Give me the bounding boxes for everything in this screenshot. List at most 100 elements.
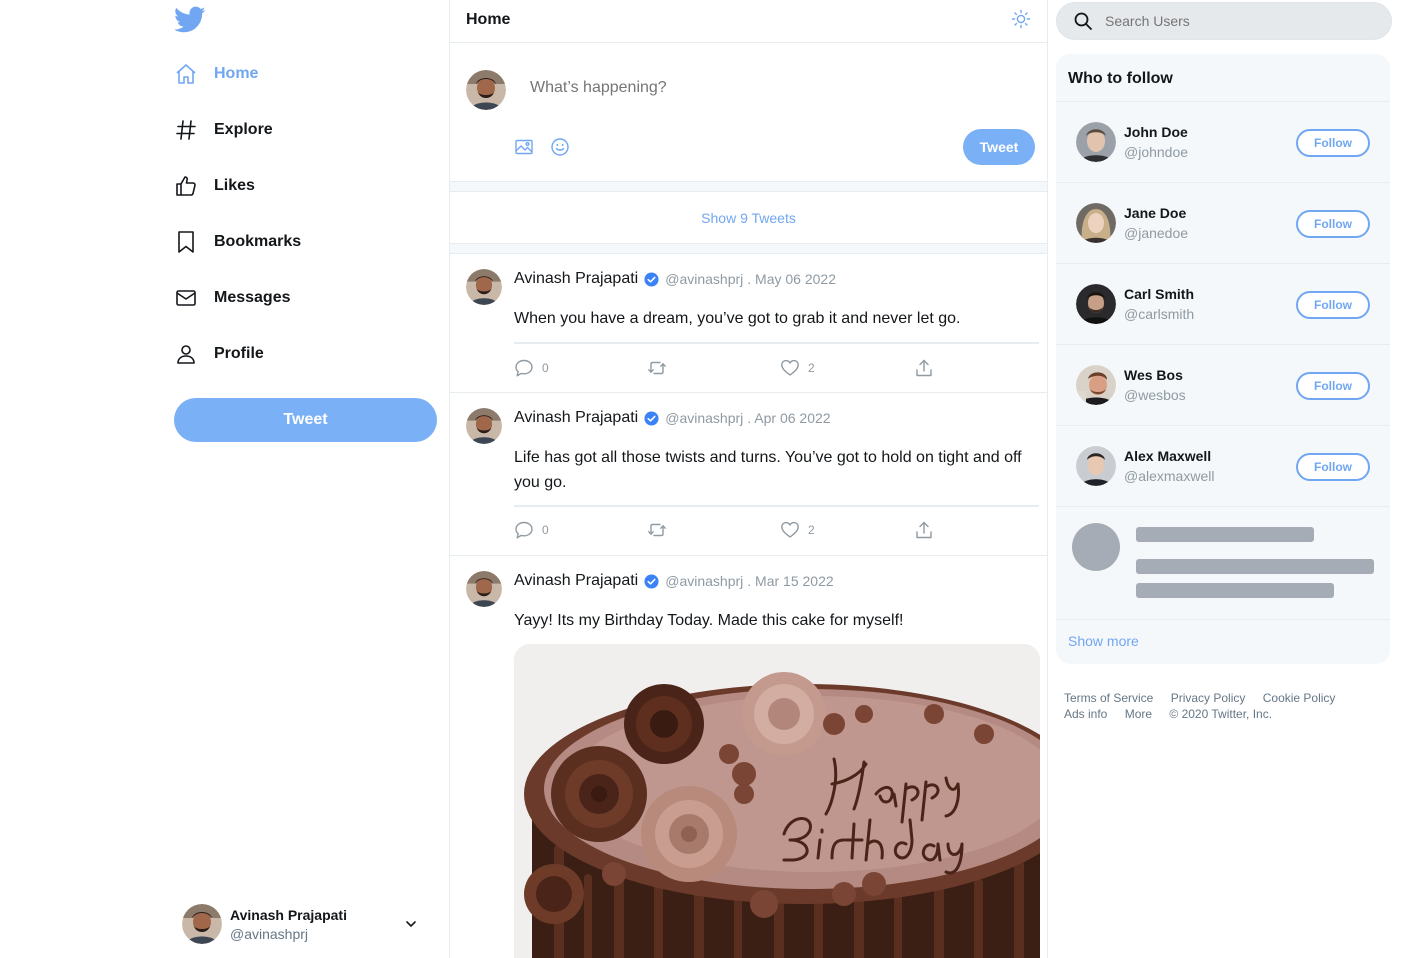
share-button[interactable]	[914, 358, 934, 378]
suggestion-name[interactable]: Alex Maxwell	[1124, 448, 1211, 464]
reply-count: 0	[542, 361, 549, 375]
heart-icon	[781, 521, 799, 538]
tweet[interactable]: Avinash Prajapati @avinashprj . May 06 2…	[450, 254, 1047, 393]
tweet-date: . May 06 2022	[747, 271, 836, 287]
nav-explore-label: Explore	[214, 121, 273, 138]
tweet-text: Life has got all those twists and turns.…	[514, 449, 1022, 491]
compose-tweet-button[interactable]: Tweet	[963, 129, 1035, 165]
tweet-date: . Apr 06 2022	[747, 410, 831, 426]
retweet-icon	[648, 361, 666, 375]
follow-suggestion[interactable]: Alex Maxwell @alexmaxwell Follow	[1056, 426, 1390, 507]
twitter-logo-icon[interactable]	[174, 6, 206, 34]
tweet-author-handle: @avinashprj	[665, 573, 744, 589]
like-button[interactable]: 2	[780, 358, 815, 378]
avatar[interactable]	[1076, 203, 1116, 243]
suggestion-name[interactable]: Wes Bos	[1124, 367, 1183, 383]
search-input[interactable]	[1105, 13, 1365, 29]
follow-suggestion[interactable]: John Doe @johndoe Follow	[1056, 102, 1390, 183]
avatar[interactable]	[466, 408, 502, 444]
share-icon	[916, 359, 932, 377]
suggestion-name[interactable]: Jane Doe	[1124, 205, 1186, 221]
nav-messages[interactable]: Messages	[174, 280, 291, 316]
nav-home-label: Home	[214, 65, 259, 82]
avatar[interactable]	[466, 269, 502, 305]
avatar[interactable]	[1076, 122, 1116, 162]
bookmark-icon	[174, 230, 198, 254]
compose-box: Tweet	[450, 43, 1047, 182]
nav-explore[interactable]: Explore	[174, 112, 273, 148]
tweet-actions: 0 2	[514, 358, 944, 378]
chevron-down-icon[interactable]	[404, 917, 418, 931]
search-icon	[1074, 12, 1092, 30]
tweet-author-name[interactable]: Avinash Prajapati	[514, 270, 638, 288]
reply-button[interactable]: 0	[514, 358, 549, 378]
follow-button[interactable]: Follow	[1296, 129, 1370, 157]
share-button[interactable]	[914, 520, 934, 540]
nav-profile[interactable]: Profile	[174, 336, 264, 372]
show-more-link[interactable]: Show more	[1056, 620, 1390, 662]
tweet-image[interactable]	[514, 644, 1040, 958]
thumbs-up-icon	[174, 174, 198, 198]
follow-button[interactable]: Follow	[1296, 291, 1370, 319]
tweet[interactable]: Avinash Prajapati @avinashprj . Mar 15 2…	[450, 556, 1047, 958]
birthday-cake-photo	[514, 644, 1040, 958]
account-name: Avinash Prajapati	[230, 906, 347, 923]
search-bar[interactable]	[1056, 2, 1392, 40]
like-button[interactable]: 2	[780, 520, 815, 540]
footer: Terms of Service Privacy Policy Cookie P…	[1064, 690, 1384, 722]
follow-button[interactable]: Follow	[1296, 453, 1370, 481]
avatar[interactable]	[466, 571, 502, 607]
who-to-follow-title: Who to follow	[1056, 54, 1390, 102]
nav-likes[interactable]: Likes	[174, 168, 255, 204]
footer-link-more[interactable]: More	[1125, 707, 1152, 721]
footer-link-terms[interactable]: Terms of Service	[1064, 691, 1153, 705]
retweet-button[interactable]	[647, 520, 667, 540]
tweet-author-name[interactable]: Avinash Prajapati	[514, 572, 638, 590]
reply-button[interactable]: 0	[514, 520, 549, 540]
suggestion-name[interactable]: Carl Smith	[1124, 286, 1194, 302]
avatar[interactable]	[1076, 284, 1116, 324]
skeleton-line	[1136, 559, 1374, 574]
nav-home[interactable]: Home	[174, 56, 258, 92]
footer-link-ads[interactable]: Ads info	[1064, 707, 1107, 721]
follow-button[interactable]: Follow	[1296, 372, 1370, 400]
footer-link-cookie[interactable]: Cookie Policy	[1263, 691, 1336, 705]
retweet-button[interactable]	[647, 358, 667, 378]
sidebar-tweet-button[interactable]: Tweet	[174, 398, 437, 442]
account-info: Avinash Prajapati @avinashprj	[230, 907, 347, 942]
tweet-author-handle: @avinashprj	[665, 410, 744, 426]
divider	[514, 505, 1039, 507]
reply-icon	[515, 521, 533, 539]
verified-badge-icon	[644, 573, 659, 589]
follow-suggestion[interactable]: Wes Bos @wesbos Follow	[1056, 345, 1390, 426]
loading-skeleton	[1056, 507, 1390, 620]
suggestion-handle: @janedoe	[1124, 225, 1189, 241]
tweet-text: When you have a dream, you’ve got to gra…	[514, 310, 961, 327]
skeleton-avatar	[1072, 523, 1120, 571]
tweet-author-name[interactable]: Avinash Prajapati	[514, 409, 638, 427]
suggestion-name[interactable]: John Doe	[1124, 124, 1188, 140]
follow-button[interactable]: Follow	[1296, 210, 1370, 238]
sun-icon[interactable]	[1011, 9, 1031, 29]
tweet-meta: Avinash Prajapati @avinashprj . Mar 15 2…	[514, 572, 834, 590]
emoji-icon[interactable]	[550, 137, 570, 157]
account-switcher[interactable]: Avinash Prajapati @avinashprj	[182, 903, 422, 945]
avatar[interactable]	[1076, 446, 1116, 486]
image-icon[interactable]	[514, 137, 534, 157]
avatar	[182, 904, 222, 944]
footer-link-privacy[interactable]: Privacy Policy	[1171, 691, 1246, 705]
show-new-tweets-button[interactable]: Show 9 Tweets	[450, 192, 1047, 244]
nav-bookmarks[interactable]: Bookmarks	[174, 224, 301, 260]
tweet[interactable]: Avinash Prajapati @avinashprj . Apr 06 2…	[450, 393, 1047, 556]
tweet-author-handle: @avinashprj	[665, 271, 744, 287]
right-sidebar: Who to follow John Doe @johndoe Follow J…	[1048, 0, 1408, 958]
compose-input[interactable]	[530, 79, 1010, 97]
avatar[interactable]	[1076, 365, 1116, 405]
left-sidebar: Home Explore Likes Bookmarks Messages Pr…	[0, 0, 450, 958]
follow-suggestion[interactable]: Jane Doe @janedoe Follow	[1056, 183, 1390, 264]
follow-suggestion[interactable]: Carl Smith @carlsmith Follow	[1056, 264, 1390, 345]
skeleton-line	[1136, 527, 1314, 542]
feed-divider	[450, 182, 1047, 192]
feed-header: Home	[450, 0, 1047, 43]
verified-badge-icon	[644, 410, 659, 426]
